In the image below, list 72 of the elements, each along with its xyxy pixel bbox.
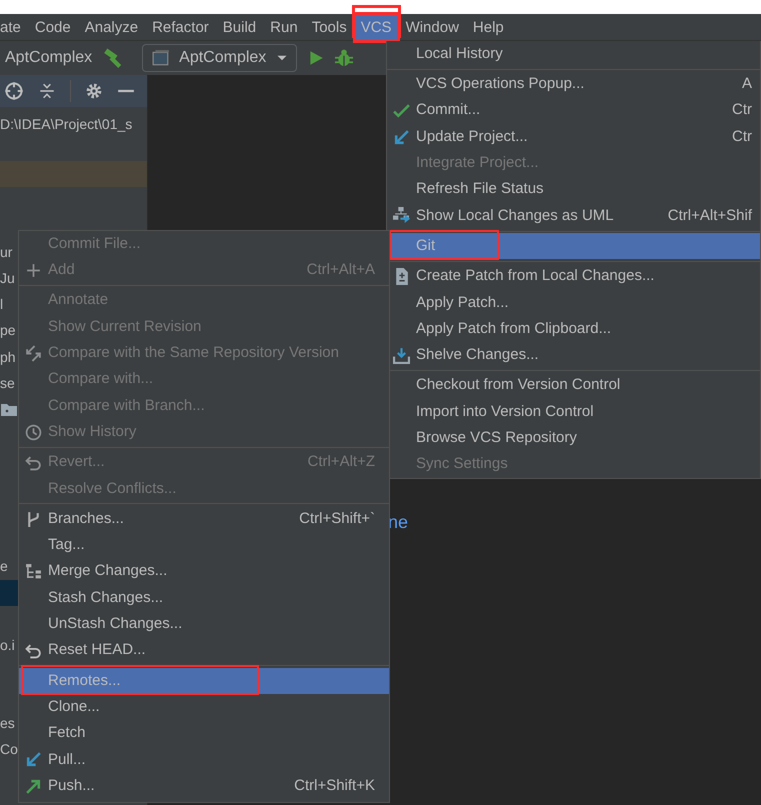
menu-item[interactable]: Refactor: [146, 14, 215, 40]
menu-item[interactable]: Apply Patch from Clipboard...: [387, 316, 760, 342]
shortcut-label: Ctrl+Alt+A: [306, 260, 376, 280]
tree-item[interactable]: l: [0, 294, 4, 316]
menu-item[interactable]: ate: [0, 14, 27, 40]
document-icon: [393, 268, 410, 286]
undo-icon: [25, 454, 42, 472]
menu-item[interactable]: Clone...: [19, 694, 389, 720]
arrow-icon: [25, 778, 42, 795]
bug-icon[interactable]: [335, 49, 354, 67]
tree-item[interactable]: e: [0, 556, 8, 578]
target-icon[interactable]: [4, 81, 24, 101]
tree-item[interactable]: pe: [0, 320, 16, 342]
menu-item[interactable]: Checkout from Version Control: [387, 372, 760, 399]
menu-item[interactable]: Import into Version Control: [387, 398, 760, 426]
menu-item[interactable]: Local History: [387, 41, 760, 68]
menu-item[interactable]: Push... Ctrl+Shift+K: [19, 772, 389, 800]
collapse-icon[interactable]: [38, 82, 56, 100]
shortcut-label: A: [742, 74, 753, 94]
shortcut-label: Ctr: [732, 100, 753, 120]
run-config-dropdown[interactable]: AptComplex: [142, 44, 298, 72]
undo-icon: [25, 642, 42, 660]
menu-item[interactable]: Tag...: [19, 532, 389, 559]
menu-item[interactable]: Shelve Changes...: [387, 342, 760, 369]
tree-item[interactable]: o.i: [0, 634, 15, 656]
download-tray-icon: [393, 346, 410, 364]
shortcut-label: Ctrl+Alt+Z: [307, 452, 376, 472]
menu-item[interactable]: Commit... Ctr: [387, 98, 760, 124]
menu-item[interactable]: Code: [28, 14, 77, 40]
tree-item[interactable]: Co: [0, 739, 18, 760]
plus-icon: [25, 262, 42, 279]
clock-icon: [25, 424, 42, 441]
shortcut-label: Ctrl+Shift+K: [294, 776, 376, 796]
menu-item[interactable]: Tools: [306, 14, 353, 40]
tree-item[interactable]: es: [0, 713, 15, 734]
menu-item[interactable]: Merge Changes...: [19, 558, 389, 585]
menu-item[interactable]: Build: [216, 14, 262, 40]
project-path: D:\IDEA\Project\01_s: [0, 115, 134, 134]
menu-item[interactable]: Show Local Changes as UML Ctrl+Alt+Shif: [387, 202, 760, 230]
menu-item[interactable]: Reset HEAD...: [19, 637, 389, 664]
tree-item[interactable]: ph: [0, 346, 16, 368]
menu-item[interactable]: Fetch: [19, 720, 389, 747]
menu-item[interactable]: Pull...: [19, 746, 389, 773]
menu-item[interactable]: VCS Operations Popup... A: [387, 71, 760, 98]
menu-item[interactable]: Apply Patch...: [387, 290, 760, 316]
settings-icon[interactable]: [85, 82, 103, 100]
arrow-icon: [393, 128, 410, 146]
arrow-icon: [25, 751, 42, 768]
menu-item[interactable]: Create Patch from Local Changes...: [387, 263, 760, 290]
menu-item[interactable]: Help: [466, 14, 510, 40]
check-icon: [393, 102, 410, 120]
menu-item[interactable]: Update Project... Ctr: [387, 124, 760, 150]
shortcut-label: Ctrl+Alt+Shif: [668, 206, 753, 226]
tree-icon: [25, 563, 42, 580]
menu-item[interactable]: UnStash Changes...: [19, 611, 389, 638]
diagram-icon: [393, 207, 410, 224]
menu-item[interactable]: Run: [264, 14, 304, 40]
tree-item[interactable]: Ju: [0, 268, 15, 289]
project-name[interactable]: AptComplex: [5, 46, 92, 70]
tree-item[interactable]: ur: [0, 242, 12, 263]
menu-item[interactable]: Refresh File Status: [387, 176, 760, 203]
menu-item[interactable]: Analyze: [78, 14, 144, 40]
compare-arrows-icon: [25, 344, 42, 362]
shortcut-label: Ctrl+Shift+`: [299, 508, 376, 529]
menu-item[interactable]: Window: [400, 14, 465, 40]
window-icon: [151, 49, 172, 67]
shortcut-label: Ctr: [732, 126, 753, 147]
menu-item[interactable]: Browse VCS Repository: [387, 425, 760, 452]
tree-item[interactable]: se: [0, 372, 15, 394]
menu-item[interactable]: Branches... Ctrl+Shift+`: [19, 506, 389, 532]
branch-icon: [25, 510, 42, 528]
menu-item[interactable]: Stash Changes...: [19, 584, 389, 612]
